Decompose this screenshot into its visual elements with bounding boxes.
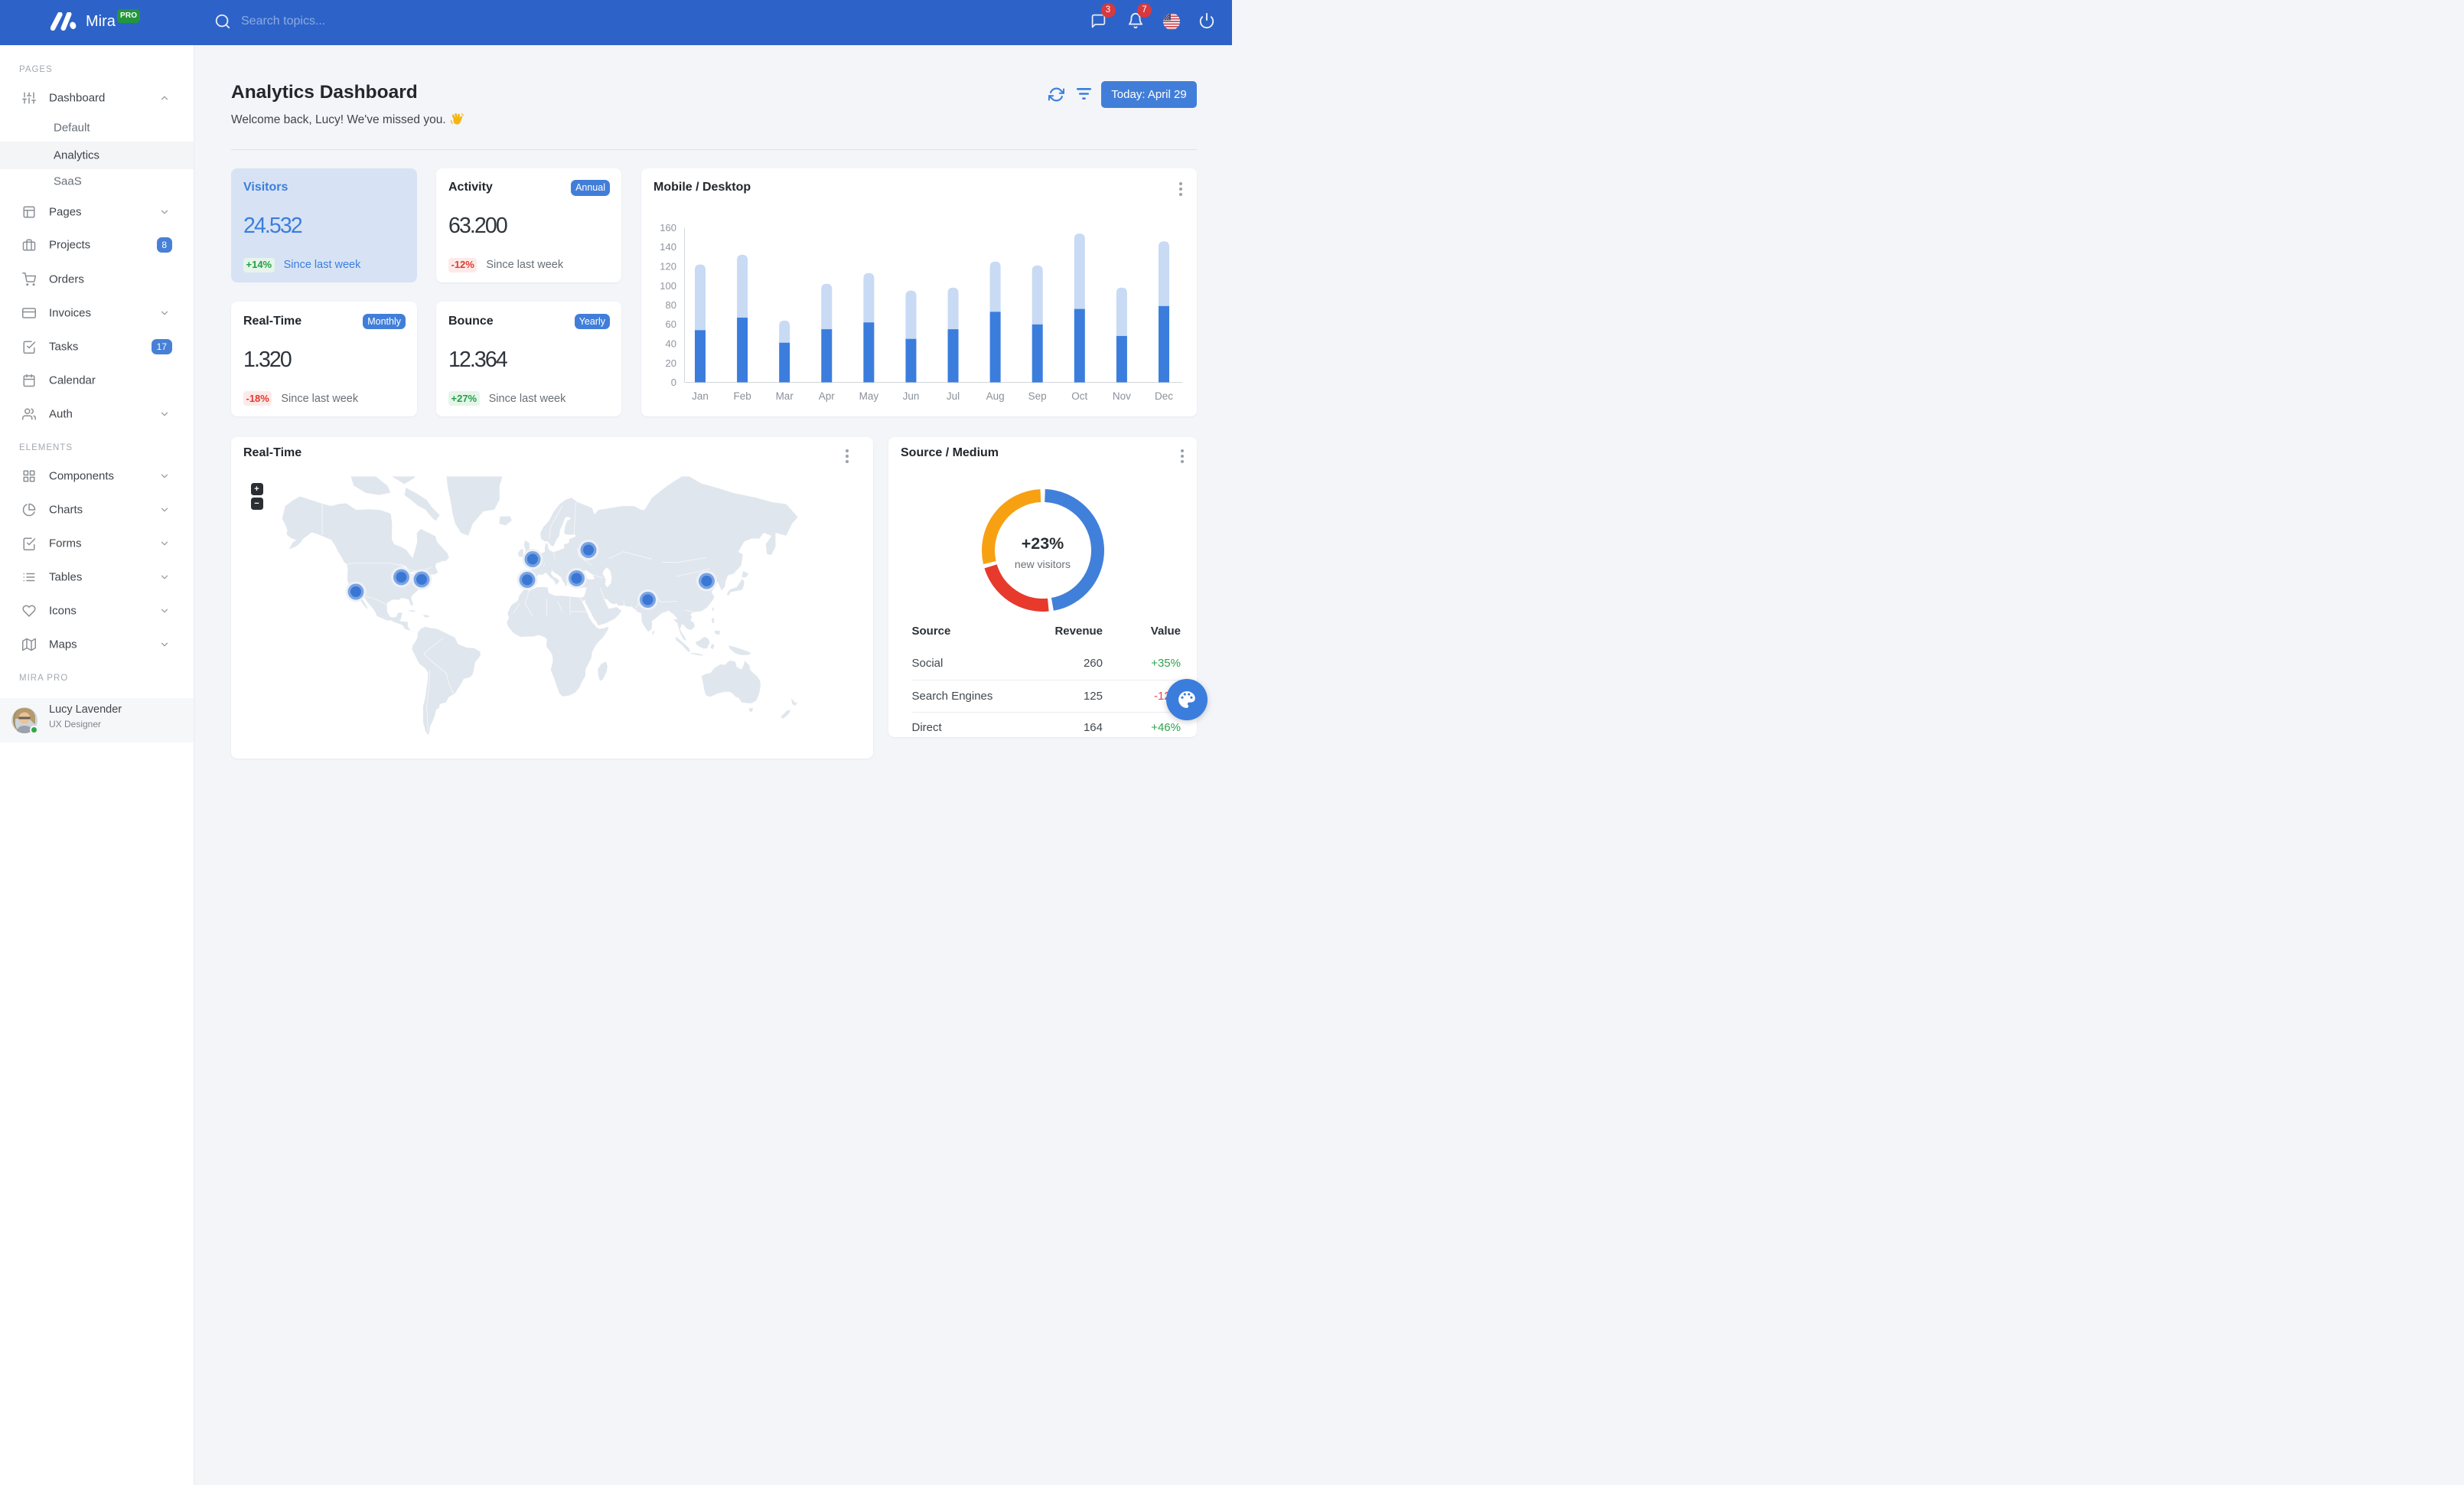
svg-text:Mar: Mar (776, 390, 794, 402)
svg-text:20: 20 (666, 357, 676, 368)
svg-text:Sep: Sep (1028, 390, 1047, 402)
svg-text:40: 40 (666, 338, 676, 349)
svg-text:80: 80 (666, 299, 676, 311)
svg-text:60: 60 (666, 318, 676, 330)
svg-text:160: 160 (660, 222, 676, 233)
svg-text:Apr: Apr (819, 390, 836, 402)
svg-text:Aug: Aug (986, 390, 1005, 402)
svg-text:Oct: Oct (1071, 390, 1087, 402)
svg-text:May: May (859, 390, 879, 402)
svg-text:Feb: Feb (733, 390, 751, 402)
svg-text:Jul: Jul (947, 390, 960, 402)
svg-text:Dec: Dec (1155, 390, 1173, 402)
svg-text:0: 0 (671, 377, 676, 388)
svg-text:140: 140 (660, 241, 676, 253)
svg-text:Nov: Nov (1113, 390, 1131, 402)
svg-text:Jun: Jun (903, 390, 920, 402)
svg-text:100: 100 (660, 279, 676, 291)
svg-text:Jan: Jan (692, 390, 709, 402)
svg-text:120: 120 (660, 260, 676, 272)
